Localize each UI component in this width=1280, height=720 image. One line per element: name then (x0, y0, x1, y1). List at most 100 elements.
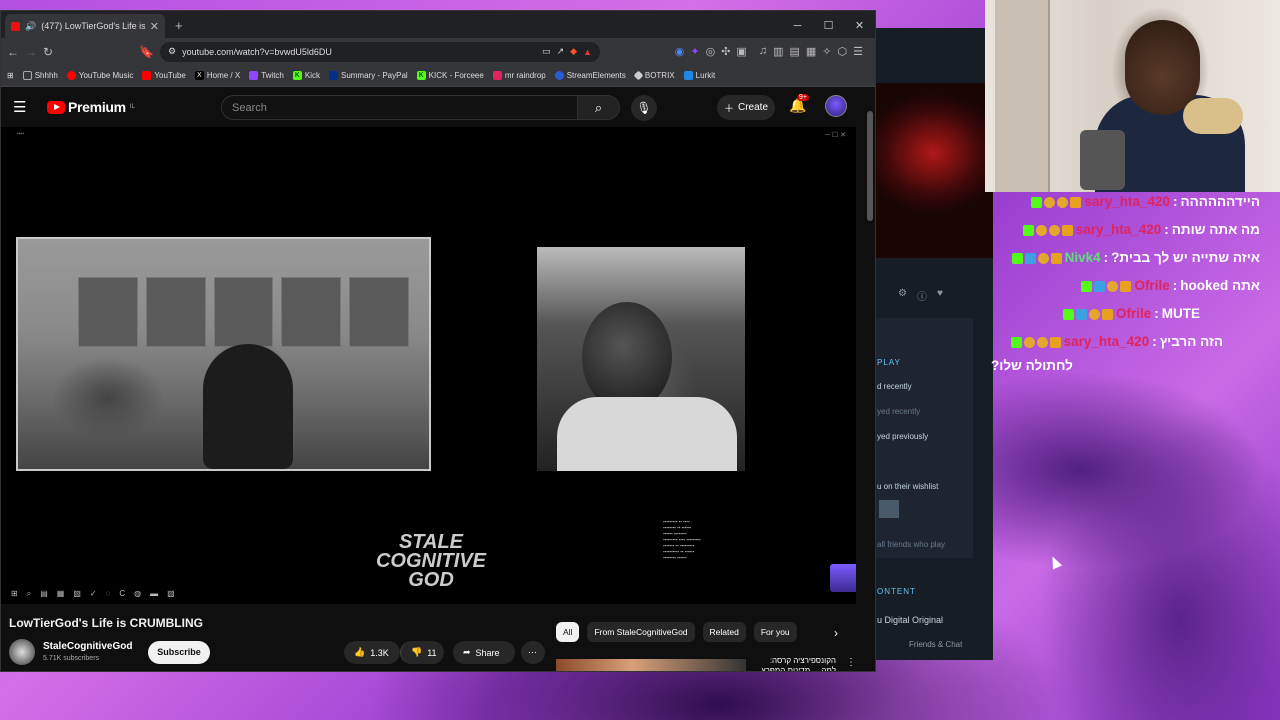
steam-digital-original[interactable]: u Digital Original (877, 615, 943, 625)
steam-friends-chat[interactable]: Friends & Chat (909, 640, 962, 649)
url-field[interactable]: ⚙ youtube.com/watch?v=bvwdU5ld6DU ▭ ↗ ◆ … (160, 41, 601, 62)
chat-username: sary_hta_420 (1063, 334, 1150, 349)
channel-avatar[interactable] (9, 639, 35, 665)
close-window-icon[interactable]: ✕ (844, 14, 875, 38)
bookmark-item[interactable]: K Kick (292, 71, 320, 80)
speaker-icon[interactable]: 🔊 (25, 21, 36, 32)
cast-icon[interactable]: ▭ (542, 46, 551, 57)
bookmark-item[interactable]: Summary - PayPal (328, 71, 408, 80)
back-icon[interactable]: ← (7, 45, 19, 59)
guide-menu-icon[interactable]: ☰ (13, 98, 37, 116)
chat-message: מה אתה שותה (1171, 222, 1260, 237)
chat-badges (1062, 308, 1113, 320)
bookmark-item[interactable]: StreamElements (554, 71, 626, 80)
menu-icon[interactable]: ☰ (853, 45, 863, 58)
bookmark-item[interactable]: Twitch (249, 71, 284, 80)
bookmark-item[interactable]: YouTube Music (66, 71, 133, 80)
share-page-icon[interactable]: ↗ (557, 46, 565, 57)
close-tab-icon[interactable]: ✕ (150, 20, 159, 33)
steam-item-yed-recently[interactable]: yed recently (877, 407, 920, 416)
reload-icon[interactable]: ↻ (43, 45, 53, 59)
paypal-icon (328, 71, 338, 80)
more-actions-button[interactable]: ⋯ (521, 641, 545, 664)
bookmark-item[interactable]: K KICK - Forceee (416, 71, 484, 80)
scrollbar-thumb[interactable] (867, 111, 873, 221)
extension-icon[interactable]: ◉ (675, 45, 685, 58)
streamelements-icon (554, 71, 564, 80)
tab-grid-icon[interactable]: ▦ (806, 45, 816, 58)
windows-icon: ⊞ (11, 589, 18, 598)
app-icon: ▦ (56, 589, 65, 598)
video-player[interactable]: ▪▪▪▪ ─ ☐ ✕ STALE COGNITIVE GOD ▪▪▪▪▪▪▪▪▪… (1, 127, 856, 604)
extension-icon[interactable]: ▣ (736, 45, 746, 58)
channel-name[interactable]: StaleCognitiveGod (43, 641, 132, 652)
new-tab-icon[interactable]: + (165, 18, 193, 38)
chip-for-you[interactable]: For you (753, 622, 797, 642)
puzzle-icon[interactable]: ✣ (721, 45, 730, 58)
brave-rewards-icon[interactable]: ▲ (583, 47, 592, 57)
url-text[interactable]: youtube.com/watch?v=bvwdU5ld6DU (182, 47, 332, 57)
gear-icon[interactable]: ⚙ (898, 288, 907, 303)
music-icon[interactable]: ♫ (759, 45, 767, 58)
sidebar-icon[interactable]: ▥ (773, 45, 783, 58)
bookmark-item[interactable]: Shhhh (22, 71, 58, 80)
search-button[interactable]: ⌕ (578, 95, 620, 120)
site-info-icon[interactable]: ⚙ (168, 46, 176, 57)
youtube-premium-logo[interactable]: Premium IL (47, 99, 135, 115)
steam-item-previously[interactable]: yed previously (877, 432, 928, 441)
extension-icon[interactable]: ◎ (706, 45, 716, 58)
kick-icon: K (416, 71, 426, 80)
plus-icon: ＋ (723, 104, 734, 115)
chip-related[interactable]: Related (702, 622, 746, 642)
steam-toolbar: ⚙ ⓘ ♥ (898, 288, 943, 303)
browser-window[interactable]: 🔊 (477) LowTierGod's Life is CRU ✕ + ─ ☐… (0, 10, 876, 672)
page-scrollbar[interactable] (867, 101, 875, 671)
apps-grid-icon[interactable]: ⊞ (7, 71, 14, 80)
logo-region: IL (129, 104, 135, 110)
account-avatar[interactable] (825, 95, 847, 117)
browser-tab[interactable]: 🔊 (477) LowTierGod's Life is CRU ✕ (5, 14, 165, 38)
chevron-right-icon[interactable]: › (834, 626, 838, 640)
bookmark-item[interactable]: X Home / X (194, 71, 240, 80)
bookmark-icon[interactable]: 🔖 (139, 45, 154, 59)
folder-icon (22, 71, 32, 80)
create-button[interactable]: ＋ Create (717, 95, 775, 120)
share-button[interactable]: ➦ Share (453, 641, 515, 664)
notifications-button[interactable]: 🔔 9+ (789, 94, 809, 114)
player-mini-controls[interactable]: ─ ☐ ✕ (825, 131, 846, 139)
related-video-thumbnail[interactable] (556, 659, 746, 671)
bookmark-item[interactable]: BOTRIX (633, 70, 675, 81)
tab-title: (477) LowTierGod's Life is CRU (41, 21, 145, 31)
bookmark-item[interactable]: YouTube (142, 71, 186, 80)
info-icon[interactable]: ⓘ (917, 288, 927, 303)
minimize-icon[interactable]: ─ (782, 14, 813, 38)
chat-badges (1022, 224, 1073, 236)
brave-shield-icon[interactable]: ◆ (570, 46, 577, 57)
chip-all[interactable]: All (556, 622, 580, 642)
related-video-title[interactable]: הקונספירציה קרסה: למה ... מדינות המפרץ מ… (756, 656, 836, 671)
more-icon: ⋯ (528, 647, 537, 657)
leo-icon[interactable]: ✧ (822, 45, 831, 58)
search-input[interactable]: Search (221, 95, 578, 120)
steam-item-recently[interactable]: d recently (877, 382, 912, 391)
extension-icon[interactable]: ✦ (690, 45, 699, 58)
steam-window[interactable]: ⚙ ⓘ ♥ port PLAY d recently yed recently … (873, 28, 993, 660)
bookmark-item[interactable]: Lurkit (683, 71, 715, 80)
chat-badges (1011, 252, 1062, 264)
voice-search-button[interactable]: 🎙 (631, 95, 657, 121)
heart-icon[interactable]: ♥ (937, 288, 943, 303)
bookmark-item[interactable]: mr raindrop (492, 71, 546, 80)
dislike-button[interactable]: 👎 11 (400, 641, 444, 664)
maximize-icon[interactable]: ☐ (813, 14, 844, 38)
chip-from-channel[interactable]: From StaleCognitiveGod (587, 622, 695, 642)
like-button[interactable]: 👍 1.3K (344, 641, 400, 664)
forward-icon[interactable]: → (25, 45, 37, 59)
video-menu-icon[interactable]: ⋮ (846, 657, 856, 668)
subscribe-button[interactable]: Subscribe (148, 641, 210, 664)
video-title: LowTierGod's Life is CRUMBLING (9, 616, 203, 630)
app-icon: ◌ (105, 589, 111, 598)
vpn-icon[interactable]: ⬡ (838, 45, 848, 58)
share-icon: ➦ (463, 647, 471, 657)
wallet-icon[interactable]: ▤ (789, 45, 799, 58)
chat-line: היידהההההה: sary_hta_420 (1031, 188, 1260, 216)
